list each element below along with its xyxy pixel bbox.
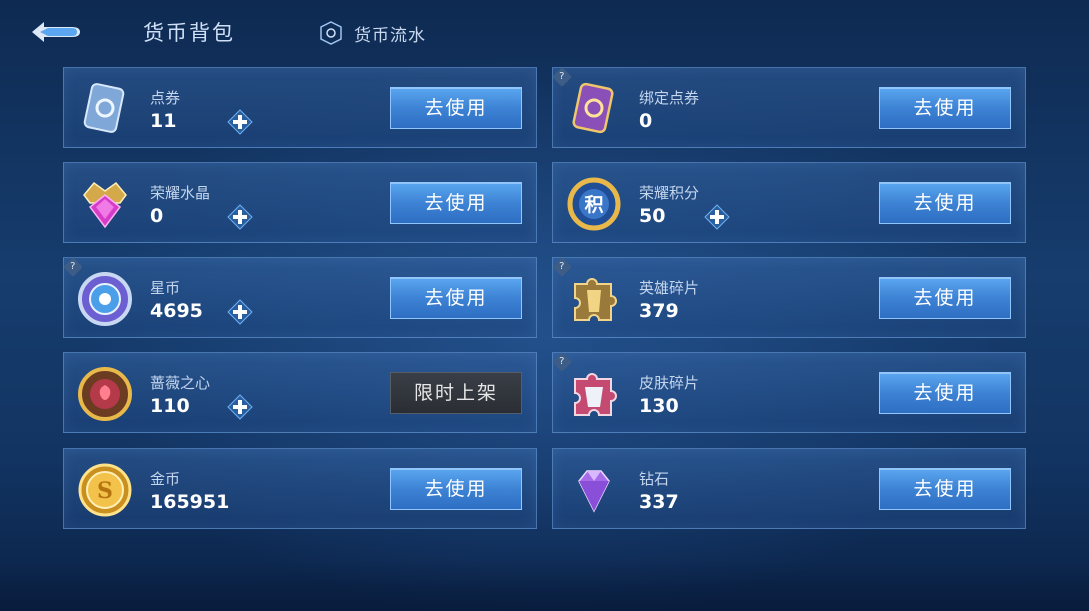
currency-name: 皮肤碎片 xyxy=(639,374,700,392)
currency-card: 蔷薇之心 110 限时上架 xyxy=(63,352,537,433)
currency-name: 金币 xyxy=(150,470,181,488)
currency-amount: 337 xyxy=(639,491,679,513)
currency-card: ? 绑定点券 0 去使用 xyxy=(552,67,1026,148)
top-bar: 货币背包 货币流水 xyxy=(0,0,1089,64)
use-button[interactable]: 去使用 xyxy=(390,87,522,129)
svg-text:积: 积 xyxy=(584,194,603,216)
glory-crystal-icon xyxy=(76,175,134,233)
svg-text:S: S xyxy=(97,478,113,504)
currency-amount: 0 xyxy=(639,110,653,132)
currency-amount: 4695 xyxy=(150,300,203,322)
add-currency-button[interactable] xyxy=(227,299,253,325)
bottom-glow xyxy=(0,560,1089,611)
currency-card: ? 星币 4695 去使用 xyxy=(63,257,537,338)
use-button[interactable]: 去使用 xyxy=(879,372,1011,414)
gold-coin-icon: S xyxy=(76,461,134,519)
currency-name: 蔷薇之心 xyxy=(150,374,211,392)
use-button[interactable]: 去使用 xyxy=(390,277,522,319)
add-currency-button[interactable] xyxy=(704,204,730,230)
use-button[interactable]: 去使用 xyxy=(390,468,522,510)
use-button[interactable]: 去使用 xyxy=(879,277,1011,319)
currency-card: S 金币 165951 去使用 xyxy=(63,448,537,529)
currency-amount: 379 xyxy=(639,300,679,322)
bound-coupon-icon xyxy=(565,80,623,138)
history-icon xyxy=(320,21,342,45)
currency-amount: 110 xyxy=(150,395,190,417)
skin-fragment-icon xyxy=(565,365,623,423)
history-tab-label: 货币流水 xyxy=(354,25,426,46)
currency-name: 荣耀水晶 xyxy=(150,184,211,202)
use-button[interactable]: 去使用 xyxy=(879,468,1011,510)
currency-card: 荣耀水晶 0 去使用 xyxy=(63,162,537,243)
use-button[interactable]: 去使用 xyxy=(879,182,1011,224)
add-currency-button[interactable] xyxy=(227,394,253,420)
currency-amount: 165951 xyxy=(150,491,230,513)
use-button[interactable]: 去使用 xyxy=(879,87,1011,129)
currency-name: 英雄碎片 xyxy=(639,279,700,297)
currency-card: 点券 11 去使用 xyxy=(63,67,537,148)
add-currency-button[interactable] xyxy=(227,204,253,230)
currency-amount: 130 xyxy=(639,395,679,417)
rose-heart-icon xyxy=(76,365,134,423)
coupon-icon xyxy=(76,80,134,138)
currency-card: ? 皮肤碎片 130 去使用 xyxy=(552,352,1026,433)
use-button[interactable]: 去使用 xyxy=(390,182,522,224)
currency-card: ? 英雄碎片 379 去使用 xyxy=(552,257,1026,338)
currency-amount: 0 xyxy=(150,205,164,227)
currency-name: 荣耀积分 xyxy=(639,184,700,202)
diamond-icon xyxy=(565,461,623,519)
hero-fragment-icon xyxy=(565,270,623,328)
page-title: 货币背包 xyxy=(143,21,235,45)
currency-card: 积 荣耀积分 50 去使用 xyxy=(552,162,1026,243)
limited-time-button[interactable]: 限时上架 xyxy=(390,372,522,414)
star-coin-icon xyxy=(76,270,134,328)
currency-amount: 50 xyxy=(639,205,666,227)
currency-card: 钻石 337 去使用 xyxy=(552,448,1026,529)
currency-amount: 11 xyxy=(150,110,177,132)
add-currency-button[interactable] xyxy=(227,109,253,135)
currency-history-tab[interactable]: 货币流水 xyxy=(318,18,426,48)
currency-name: 星币 xyxy=(150,279,181,297)
currency-name: 点券 xyxy=(150,89,181,107)
glory-points-icon: 积 xyxy=(565,175,623,233)
back-button[interactable] xyxy=(26,16,84,48)
currency-name: 钻石 xyxy=(639,470,670,488)
currency-name: 绑定点券 xyxy=(639,89,700,107)
